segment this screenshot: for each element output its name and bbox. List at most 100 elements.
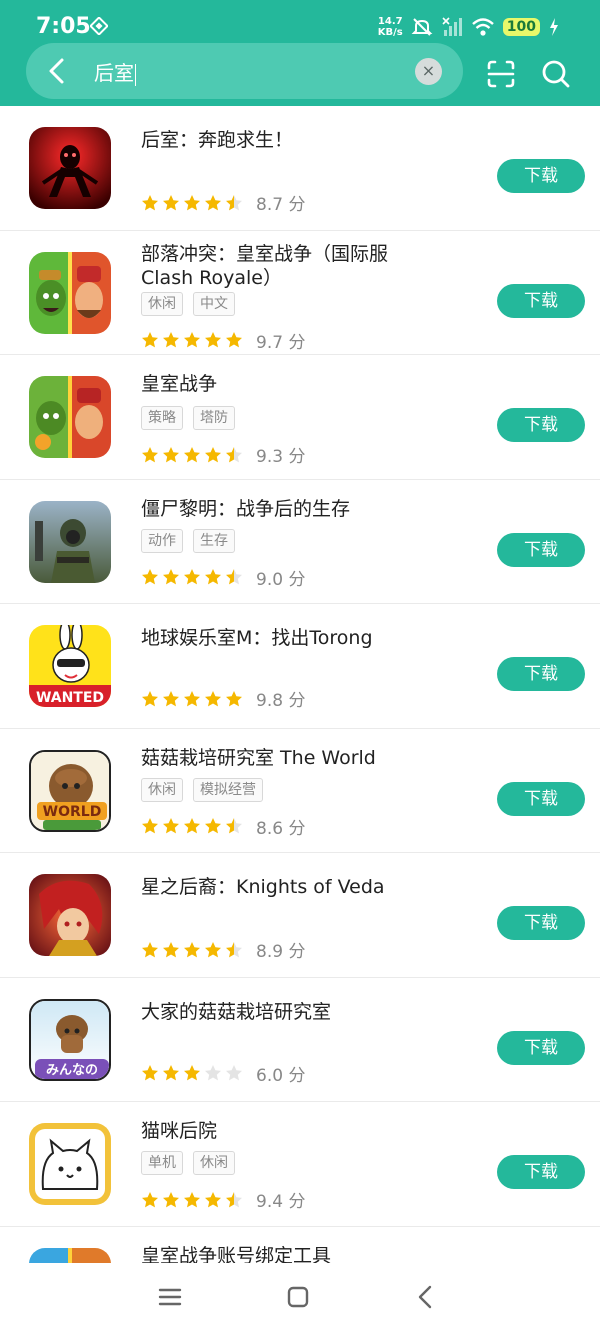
download-button[interactable]: 下载 — [497, 283, 585, 318]
app-icon-minna-mushroom[interactable]: みんなの — [29, 998, 111, 1081]
download-button[interactable]: 下载 — [497, 532, 585, 567]
app-title[interactable]: 部落冲突：皇室战争（国际服 Clash Royale） — [141, 242, 441, 290]
no-signal-icon — [442, 17, 462, 36]
app-title[interactable]: 菇菇栽培研究室 The World — [141, 746, 441, 770]
star-full-icon — [163, 941, 179, 957]
tag-list: 单机 休闲 — [141, 1151, 235, 1175]
download-button[interactable]: 下载 — [497, 1155, 585, 1189]
back-icon[interactable] — [412, 1283, 440, 1311]
app-notification-icon — [90, 17, 108, 35]
rating-score: 8.7 分 — [256, 195, 306, 215]
rating: 9.3 分 — [141, 442, 305, 467]
clear-search-button[interactable]: × — [415, 58, 442, 85]
system-nav-bar — [0, 1263, 600, 1333]
app-title[interactable]: 大家的菇菇栽培研究室 — [141, 1000, 441, 1024]
scan-icon[interactable] — [485, 58, 517, 90]
star-full-icon — [184, 690, 200, 706]
rating: 8.6 分 — [141, 814, 305, 839]
rating: 9.4 分 — [141, 1187, 305, 1212]
search-icon[interactable] — [540, 58, 572, 90]
rating-score: 9.7 分 — [256, 332, 306, 353]
star-full-icon — [142, 446, 158, 462]
search-results-list[interactable]: 后室：奔跑求生！ 8.7 分 下载 部落冲突：皇室战争（国际服 Clash Ro… — [0, 106, 600, 1263]
star-full-icon — [163, 194, 179, 210]
star-empty-icon — [205, 1065, 221, 1081]
rating-score: 9.3 分 — [256, 447, 306, 467]
download-button[interactable]: 下载 — [497, 408, 585, 442]
app-list-item[interactable]: WORLD 菇菇栽培研究室 The World 休闲 模拟经营 8.6 分 下载 — [0, 729, 600, 853]
search-bar[interactable]: 后室 × — [26, 43, 463, 99]
star-full-icon — [205, 332, 221, 348]
download-button[interactable]: 下载 — [497, 1030, 585, 1065]
rating: 8.9 分 — [141, 937, 305, 962]
star-half-icon — [226, 446, 242, 462]
app-title[interactable]: 僵尸黎明：战争后的生存 — [141, 497, 441, 521]
app-list-item[interactable]: 僵尸黎明：战争后的生存 动作 生存 9.0 分 下载 — [0, 480, 600, 604]
star-full-icon — [163, 332, 179, 348]
app-title[interactable]: 地球娱乐室M：找出Torong — [141, 626, 441, 650]
home-icon[interactable] — [284, 1283, 312, 1311]
tag: 休闲 — [141, 291, 183, 316]
app-icon-clash-royale-binding-tool[interactable] — [29, 1247, 111, 1263]
app-title[interactable]: 星之后裔：Knights of Veda — [141, 875, 441, 899]
download-button[interactable]: 下载 — [497, 906, 585, 940]
star-full-icon — [142, 1191, 158, 1207]
rating-score: 8.9 分 — [256, 942, 306, 962]
download-button[interactable]: 下载 — [497, 159, 585, 193]
net-speed: 14.7 KB/s — [378, 16, 403, 38]
app-list-item[interactable]: 部落冲突：皇室战争（国际服 Clash Royale） 休闲 中文 9.7 分 下… — [0, 231, 600, 355]
star-half-icon — [226, 569, 242, 585]
star-full-icon — [184, 1065, 200, 1081]
rating: 9.0 分 — [141, 565, 305, 590]
app-list-item[interactable]: みんなの 大家的菇菇栽培研究室 6.0 分 下载 — [0, 978, 600, 1102]
app-list-item[interactable]: WANTED 地球娱乐室M：找出Torong 9.8 分 下载 — [0, 604, 600, 729]
star-full-icon — [163, 446, 179, 462]
tag: 塔防 — [193, 406, 235, 430]
tag-list: 动作 生存 — [141, 528, 235, 553]
rating: 9.7 分 — [141, 328, 305, 353]
star-full-icon — [226, 690, 242, 706]
rating-score: 9.4 分 — [256, 1192, 306, 1212]
app-list-item[interactable]: 星之后裔：Knights of Veda 8.9 分 下载 — [0, 853, 600, 978]
rating-score: 6.0 分 — [256, 1065, 306, 1086]
app-list-item[interactable]: 后室：奔跑求生！ 8.7 分 下载 — [0, 106, 600, 231]
tag-list: 休闲 中文 — [141, 291, 235, 316]
app-icon-dawn-of-zombies[interactable] — [29, 500, 111, 583]
back-arrow-icon[interactable] — [42, 55, 74, 87]
app-list-item[interactable]: 猫咪后院 单机 休闲 9.4 分 下载 — [0, 1102, 600, 1227]
search-input[interactable]: 后室 — [94, 57, 394, 86]
app-list-item[interactable]: 皇室战争账号绑定工具 — [0, 1227, 600, 1264]
app-title[interactable]: 后室：奔跑求生！ — [141, 128, 441, 152]
star-full-icon — [184, 818, 200, 834]
app-title[interactable]: 皇室战争 — [141, 372, 441, 396]
download-button[interactable]: 下载 — [497, 781, 585, 816]
menu-icon[interactable] — [156, 1283, 184, 1311]
app-icon-find-torong[interactable]: WANTED — [29, 625, 111, 707]
star-full-icon — [142, 818, 158, 834]
app-icon-mushroom-world[interactable]: WORLD — [29, 749, 111, 832]
download-button[interactable]: 下载 — [497, 657, 585, 691]
app-icon-knights-of-veda[interactable] — [29, 874, 111, 956]
star-full-icon — [163, 569, 179, 585]
star-half-icon — [226, 194, 242, 210]
star-full-icon — [184, 332, 200, 348]
star-full-icon — [142, 569, 158, 585]
app-icon-clash-royale-intl[interactable] — [29, 251, 111, 334]
tag: 模拟经营 — [193, 777, 263, 802]
app-icon-neko-atsume[interactable] — [29, 1123, 111, 1205]
mute-bell-icon — [411, 18, 433, 36]
app-list-item[interactable]: 皇室战争 策略 塔防 9.3 分 下载 — [0, 355, 600, 480]
app-icon-clash-royale[interactable] — [29, 376, 111, 458]
rating-score: 9.8 分 — [256, 691, 306, 711]
star-full-icon — [205, 569, 221, 585]
tag: 休闲 — [141, 777, 183, 802]
star-full-icon — [163, 1065, 179, 1081]
search-query[interactable]: 后室 — [94, 61, 134, 85]
app-title[interactable]: 猫咪后院 — [141, 1119, 441, 1143]
app-title[interactable]: 皇室战争账号绑定工具 — [141, 1244, 441, 1264]
svg-text:WORLD: WORLD — [43, 804, 102, 820]
star-full-icon — [205, 941, 221, 957]
star-full-icon — [184, 194, 200, 210]
svg-text:みんなの: みんなの — [46, 1063, 98, 1078]
app-icon-backrooms[interactable] — [29, 127, 111, 209]
